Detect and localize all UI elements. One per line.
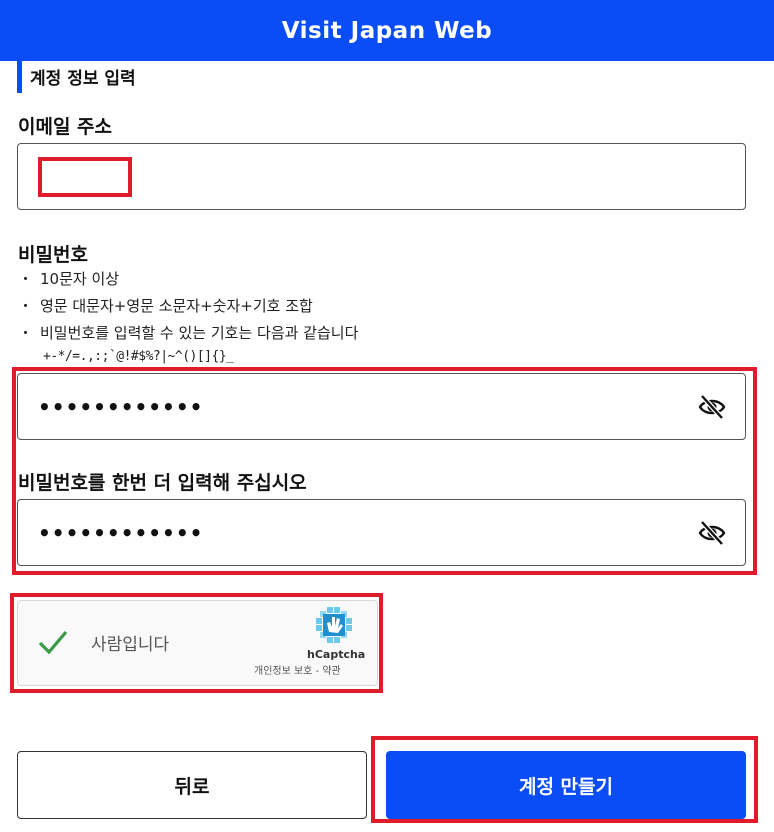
redacted-email-box (38, 157, 132, 197)
back-button[interactable]: 뒤로 (17, 751, 367, 819)
password-rule: ・ 10문자 이상 (18, 270, 120, 288)
captcha-highlight-box (10, 593, 383, 693)
app-title: Visit Japan Web (281, 17, 493, 44)
password-highlight-box (12, 367, 757, 575)
password-label: 비밀번호 (18, 244, 88, 266)
section-title: 계정 정보 입력 (17, 60, 136, 93)
password-rule: ・ 영문 대문자+영문 소문자+숫자+기호 조합 (18, 297, 313, 315)
create-account-highlight-box (371, 736, 758, 823)
email-label: 이메일 주소 (18, 116, 113, 138)
allowed-symbols: +-*/=.,:;`@!#$%?|~^()[]{}_ (43, 349, 234, 364)
password-rules: ・ 10문자 이상 ・ 영문 대문자+영문 소문자+숫자+기호 조합 ・ 비밀번호를 … (18, 265, 358, 346)
app-header: Visit Japan Web (0, 0, 774, 61)
email-field[interactable] (17, 143, 746, 210)
password-rule: ・ 비밀번호를 입력할 수 있는 기호는 다음과 같습니다 (18, 324, 359, 342)
